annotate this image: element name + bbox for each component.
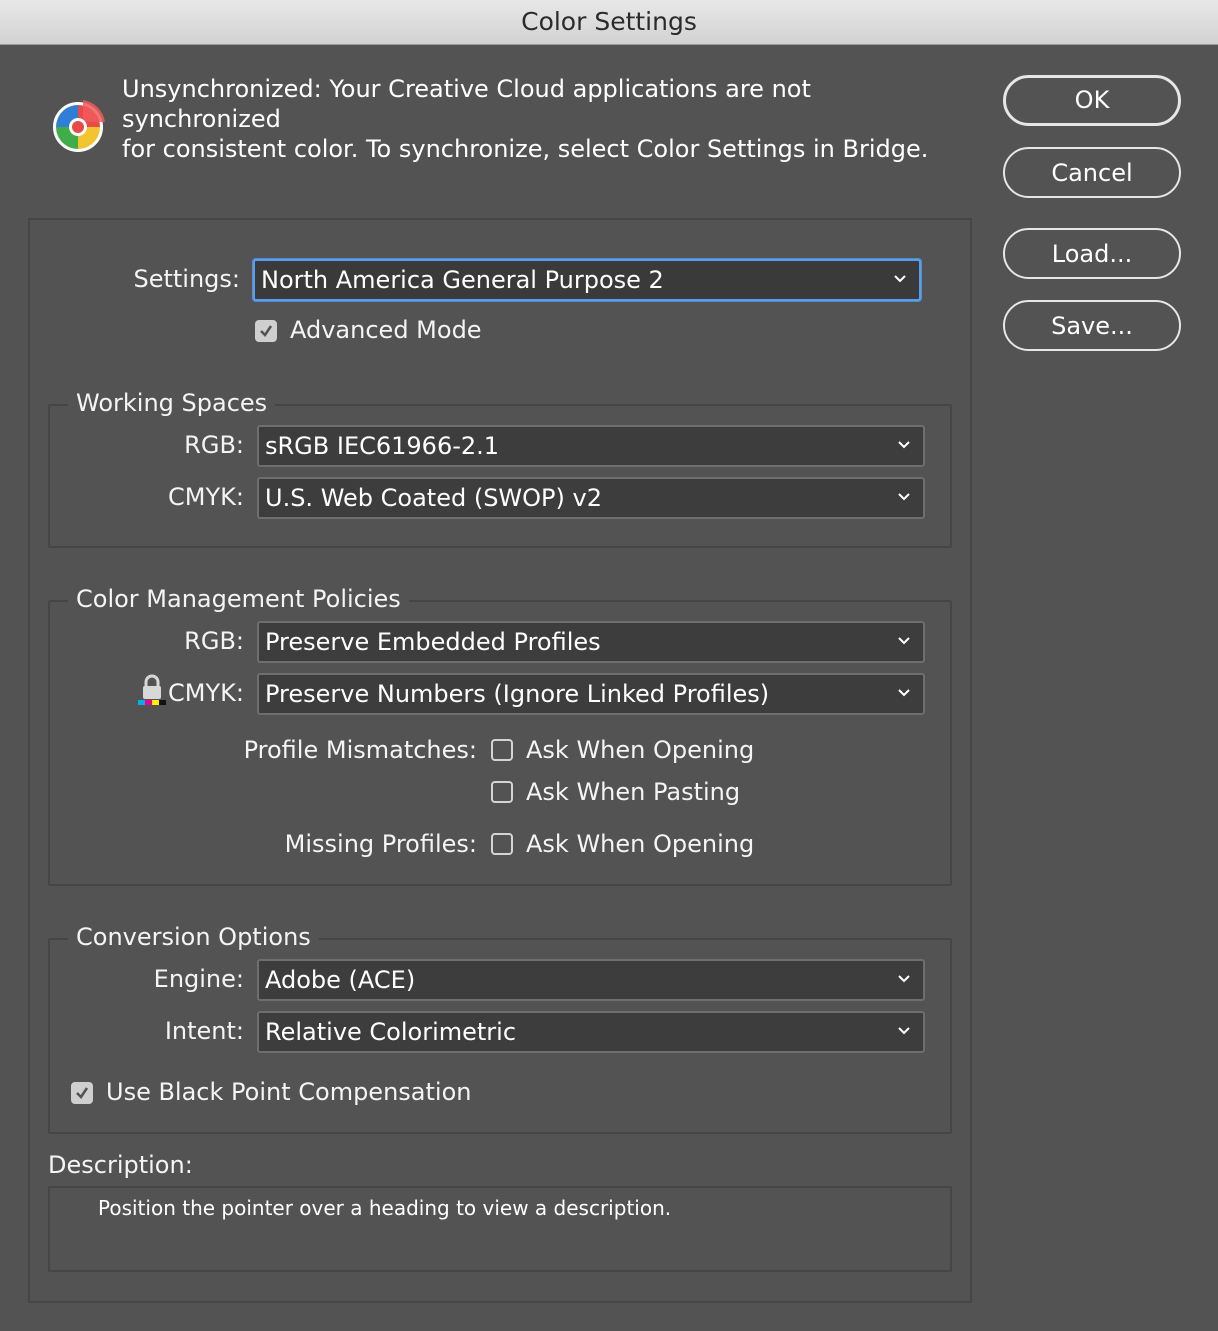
engine-label: Engine:	[153, 965, 244, 993]
policy-cmyk-label: CMYK:	[168, 679, 244, 707]
settings-select-value: North America General Purpose 2	[261, 266, 664, 294]
chevron-down-icon	[898, 1027, 910, 1035]
sync-warning-line2: for consistent color. To synchronize, se…	[122, 135, 929, 163]
description-text: Position the pointer over a heading to v…	[98, 1196, 672, 1220]
settings-select[interactable]: North America General Purpose 2	[253, 259, 921, 301]
save-button[interactable]: Save...	[1003, 300, 1181, 351]
sync-warning-line1: Unsynchronized: Your Creative Cloud appl…	[122, 75, 811, 133]
chevron-down-icon	[898, 975, 910, 983]
black-point-compensation-checkbox[interactable]	[71, 1082, 93, 1104]
conversion-title: Conversion Options	[68, 923, 319, 951]
ok-button[interactable]: OK	[1003, 75, 1181, 126]
chevron-down-icon	[898, 493, 910, 501]
working-spaces-title: Working Spaces	[68, 389, 276, 417]
profile-mismatches-label: Profile Mismatches:	[243, 736, 477, 764]
load-button[interactable]: Load...	[1003, 228, 1181, 279]
policy-rgb-label: RGB:	[184, 627, 244, 655]
missing-ask-opening-checkbox[interactable]	[491, 833, 513, 855]
policy-cmyk-value: Preserve Numbers (Ignore Linked Profiles…	[265, 680, 770, 708]
ws-rgb-select[interactable]: sRGB IEC61966-2.1	[257, 425, 925, 467]
intent-label: Intent:	[164, 1017, 244, 1045]
intent-value: Relative Colorimetric	[265, 1018, 517, 1046]
advanced-mode-label: Advanced Mode	[290, 316, 482, 344]
advanced-mode-checkbox[interactable]	[255, 320, 277, 342]
missing-ask-opening-label: Ask When Opening	[526, 830, 755, 858]
mismatch-ask-opening-label: Ask When Opening	[526, 736, 755, 764]
mismatch-ask-pasting-checkbox[interactable]	[491, 781, 513, 803]
engine-select[interactable]: Adobe (ACE)	[257, 959, 925, 1001]
missing-profiles-label: Missing Profiles:	[284, 830, 477, 858]
policy-rgb-select[interactable]: Preserve Embedded Profiles	[257, 621, 925, 663]
cancel-button[interactable]: Cancel	[1003, 147, 1181, 198]
policy-cmyk-select[interactable]: Preserve Numbers (Ignore Linked Profiles…	[257, 673, 925, 715]
black-point-compensation-label: Use Black Point Compensation	[106, 1078, 472, 1106]
chevron-down-icon	[898, 441, 910, 449]
description-label: Description:	[48, 1151, 193, 1179]
checkmark-icon	[76, 1087, 89, 1099]
chevron-down-icon	[898, 689, 910, 697]
ws-rgb-value: sRGB IEC61966-2.1	[265, 432, 500, 460]
window-title: Color Settings	[0, 0, 1218, 45]
mismatch-ask-opening-checkbox[interactable]	[491, 739, 513, 761]
checkmark-icon	[260, 325, 273, 337]
policy-rgb-value: Preserve Embedded Profiles	[265, 628, 601, 656]
sync-warning: Unsynchronized: Your Creative Cloud appl…	[122, 74, 972, 164]
engine-value: Adobe (ACE)	[265, 966, 416, 994]
chevron-down-icon	[898, 637, 910, 645]
ws-cmyk-select[interactable]: U.S. Web Coated (SWOP) v2	[257, 477, 925, 519]
ws-cmyk-label: CMYK:	[168, 483, 244, 511]
policies-title: Color Management Policies	[68, 585, 409, 613]
ws-cmyk-value: U.S. Web Coated (SWOP) v2	[265, 484, 602, 512]
intent-select[interactable]: Relative Colorimetric	[257, 1011, 925, 1053]
ws-rgb-label: RGB:	[184, 431, 244, 459]
chevron-down-icon	[894, 275, 906, 283]
color-sync-icon	[53, 100, 105, 152]
mismatch-ask-pasting-label: Ask When Pasting	[526, 778, 741, 806]
settings-label: Settings:	[133, 265, 240, 293]
